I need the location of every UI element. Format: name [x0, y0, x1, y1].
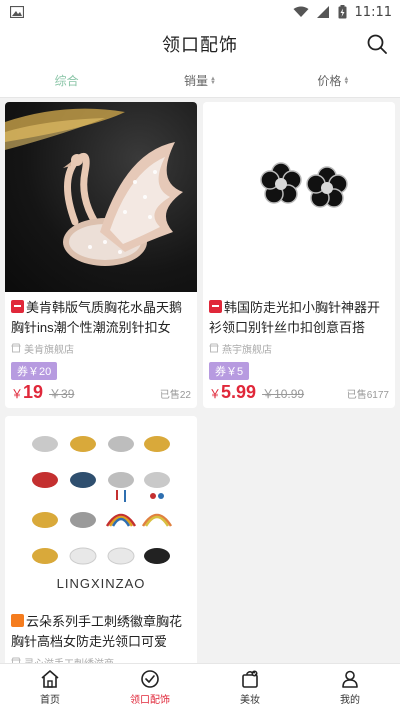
shop-icon: [209, 343, 219, 353]
cell-signal-icon: [316, 6, 329, 18]
shop-name: 美肯旗舰店: [24, 344, 74, 356]
taobao-badge-icon: [11, 614, 24, 627]
price-row: ￥5.99 ￥10.99 已售6177: [203, 380, 395, 406]
sort-arrows-icon: ▲ ▼: [343, 75, 350, 86]
product-image-flower-pins[interactable]: [203, 102, 395, 292]
shop-row: 灵心滋手工刺绣滋商: [5, 652, 197, 663]
product-name[interactable]: 韩国防走光扣小胸针神器开衫领口别针丝巾扣创意百搭装…: [203, 292, 395, 338]
product-name-text: 云朵系列手工刺绣徽章胸花胸针高档女防走光领口可爱日…: [11, 614, 183, 649]
product-name-text: 美肯韩版气质胸花水晶天鹅胸针ins潮个性潮流别针扣女士…: [11, 300, 183, 335]
tab-mine[interactable]: 我的: [300, 664, 400, 711]
price: ￥19: [11, 382, 43, 403]
price-value: 5.99: [221, 382, 257, 402]
tmall-badge-icon: [209, 300, 222, 313]
user-icon: [342, 670, 358, 688]
shop-icon: [11, 343, 21, 353]
tab-beauty[interactable]: 美妆: [200, 664, 300, 711]
sort-bar: 综合 销量 ▲ ▼ 价格 ▲ ▼: [0, 64, 400, 98]
tab-label: 我的: [340, 695, 360, 706]
page-title: 领口配饰: [162, 35, 238, 55]
original-price: ￥10.99: [262, 387, 305, 401]
check-circle-icon: [141, 670, 159, 688]
sort-tab-sales[interactable]: 销量 ▲ ▼: [133, 72, 266, 89]
product-name[interactable]: 云朵系列手工刺绣徽章胸花胸针高档女防走光领口可爱日…: [5, 606, 197, 652]
status-right: 11:11: [293, 5, 392, 20]
shopping-bag-icon: [242, 670, 258, 688]
home-icon: [41, 670, 59, 688]
product-card[interactable]: LINGXINZAO 云朵系列手工刺绣徽章胸花胸针高档女防走光领口可爱日… 灵心…: [5, 416, 197, 663]
tab-label: 美妆: [240, 695, 260, 706]
sort-tab-comprehensive[interactable]: 综合: [0, 72, 133, 89]
tab-label: 首页: [40, 695, 60, 706]
swan-brooch-picture: [5, 108, 183, 266]
sold-count: 已售6177: [346, 390, 389, 401]
battery-icon: [338, 5, 347, 19]
price-value: 19: [23, 382, 44, 402]
sort-tab-label: 综合: [54, 74, 79, 88]
product-grid: 美肯韩版气质胸花水晶天鹅胸针ins潮个性潮流别针扣女士… 美肯旗舰店 券￥20 …: [0, 98, 400, 663]
product-name[interactable]: 美肯韩版气质胸花水晶天鹅胸针ins潮个性潮流别针扣女士…: [5, 292, 197, 338]
flower-pins-picture: [260, 162, 348, 208]
cloud-patches-picture: LINGXINZAO: [32, 436, 173, 591]
product-card[interactable]: 美肯韩版气质胸花水晶天鹅胸针ins潮个性潮流别针扣女士… 美肯旗舰店 券￥20 …: [5, 102, 197, 408]
tmall-badge-icon: [11, 300, 24, 313]
search-icon[interactable]: [366, 33, 388, 55]
product-card[interactable]: 韩国防走光扣小胸针神器开衫领口别针丝巾扣创意百搭装… 燕宇旗舰店 券￥5 ￥5.…: [203, 102, 395, 408]
currency-symbol: ￥: [11, 387, 24, 401]
sort-tab-label: 价格: [317, 74, 342, 88]
shop-row: 美肯旗舰店: [5, 338, 197, 356]
image-notification-icon: [10, 6, 24, 18]
status-left: [10, 6, 24, 18]
brand-text: LINGXINZAO: [57, 576, 146, 591]
product-name-text: 韩国防走光扣小胸针神器开衫领口别针丝巾扣创意百搭装…: [209, 300, 381, 335]
coupon-badge[interactable]: 券￥5: [209, 362, 250, 380]
wifi-icon: [293, 6, 309, 17]
original-price: ￥39: [49, 387, 75, 401]
currency-symbol: ￥: [209, 387, 222, 401]
app-header: 领口配饰: [0, 24, 400, 64]
product-image-cloud-patches[interactable]: LINGXINZAO: [5, 416, 197, 606]
shop-name: 燕宇旗舰店: [222, 344, 272, 356]
tab-home[interactable]: 首页: [0, 664, 100, 711]
price-row: ￥19 ￥39 已售22: [5, 380, 197, 406]
bottom-tab-bar: 首页 领口配饰 美妆 我的: [0, 663, 400, 711]
shop-name: 灵心滋手工刺绣滋商: [24, 655, 114, 664]
sort-tab-price[interactable]: 价格 ▲ ▼: [267, 72, 400, 89]
tab-label: 领口配饰: [130, 695, 170, 706]
sold-count: 已售22: [159, 390, 191, 401]
sort-arrows-icon: ▲ ▼: [210, 75, 216, 86]
shop-row: 燕宇旗舰店: [203, 338, 395, 356]
status-bar: 11:11: [0, 0, 400, 24]
coupon-badge[interactable]: 券￥20: [11, 362, 58, 380]
product-image-swan-brooch[interactable]: [5, 102, 197, 292]
status-time: 11:11: [354, 4, 392, 20]
sort-tab-label: 销量: [184, 74, 209, 88]
tab-collar-accessories[interactable]: 领口配饰: [100, 664, 200, 711]
price: ￥5.99: [209, 382, 256, 403]
